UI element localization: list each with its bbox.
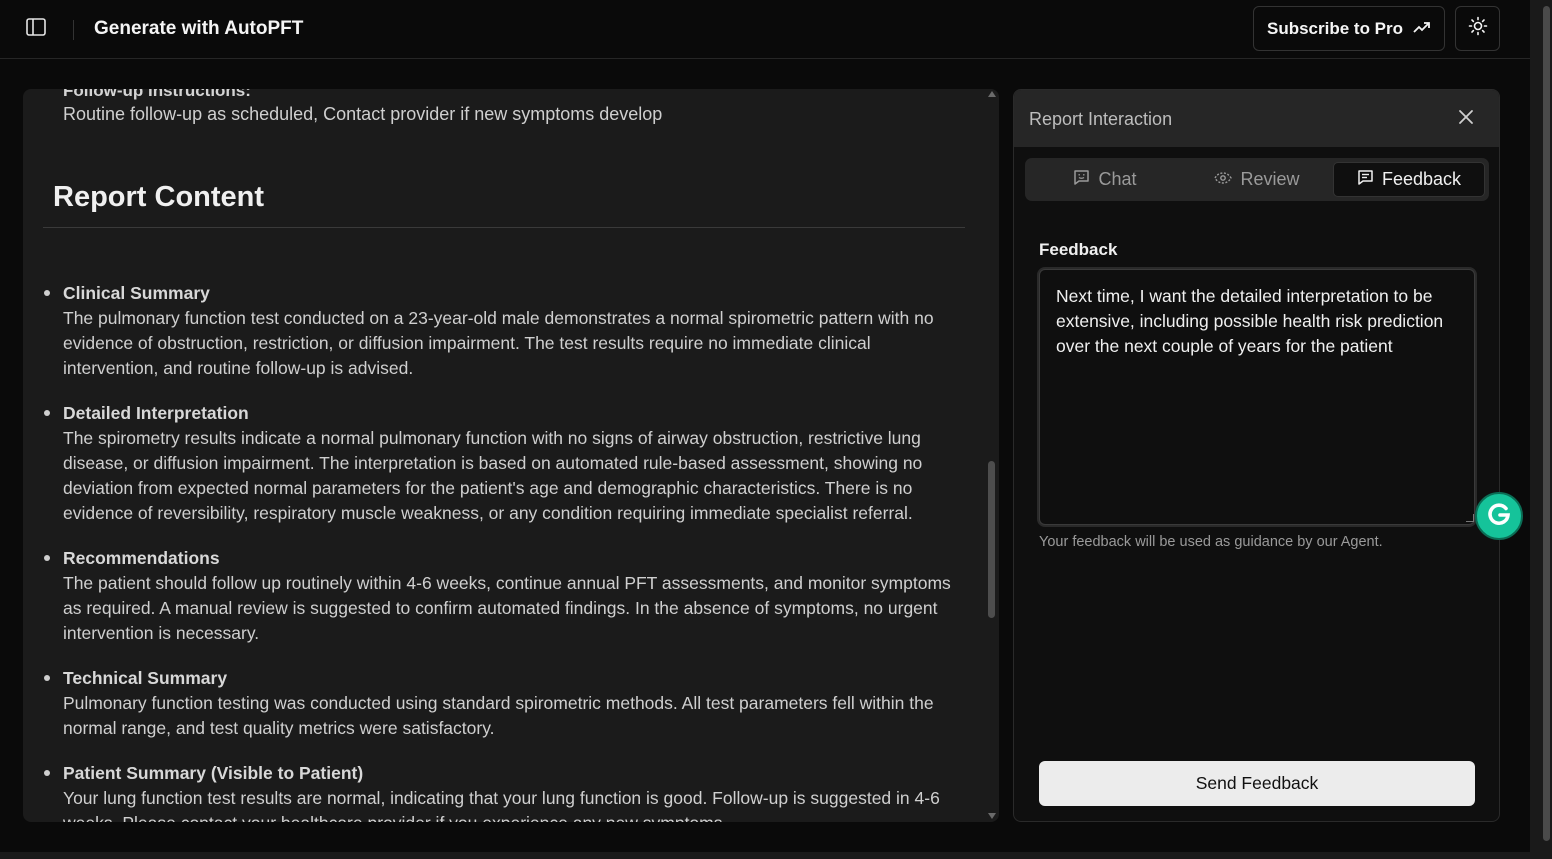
heading-divider	[43, 227, 965, 228]
interaction-tabs: Chat Review Feedback	[1025, 158, 1489, 201]
section-body: The spirometry results indicate a normal…	[63, 428, 923, 523]
top-header: Generate with AutoPFT Subscribe to Pro	[0, 0, 1530, 59]
section-body: Pulmonary function testing was conducted…	[63, 693, 934, 738]
report-section-technical-summary: Technical Summary Pulmonary function tes…	[44, 666, 953, 741]
report-interaction-panel: Report Interaction Chat Review Feedback …	[1013, 89, 1500, 822]
followup-instructions-label: Follow-up Instructions:	[63, 89, 251, 100]
window-bottom-edge	[0, 852, 1530, 859]
close-icon	[1458, 109, 1474, 130]
send-feedback-button[interactable]: Send Feedback	[1039, 761, 1475, 806]
section-body: The pulmonary function test conducted on…	[63, 308, 934, 378]
scroll-up-arrow-icon[interactable]	[988, 91, 996, 97]
tab-chat-label: Chat	[1098, 169, 1137, 189]
section-body: Your lung function test results are norm…	[63, 788, 940, 822]
feedback-textarea[interactable]: Next time, I want the detailed interpret…	[1039, 269, 1475, 525]
report-content-heading: Report Content	[53, 181, 265, 213]
tab-feedback-label: Feedback	[1381, 169, 1462, 189]
interaction-title: Report Interaction	[1029, 109, 1173, 129]
scroll-down-arrow-icon[interactable]	[988, 813, 996, 819]
section-title: Detailed Interpretation	[63, 403, 249, 423]
textarea-resize-handle[interactable]	[1466, 514, 1474, 522]
feedback-label: Feedback	[1039, 240, 1118, 259]
trending-up-arrow-icon	[1413, 19, 1431, 39]
report-section-detailed-interpretation: Detailed Interpretation The spirometry r…	[44, 401, 953, 526]
message-square-text-icon	[1357, 169, 1374, 191]
feedback-hint: Your feedback will be used as guidance b…	[1039, 534, 1383, 550]
interaction-header: Report Interaction	[1014, 90, 1499, 147]
report-content-panel[interactable]: Follow-up Instructions: Routine follow-u…	[23, 89, 999, 822]
section-title: Technical Summary	[63, 668, 228, 688]
report-scrollbar[interactable]	[985, 89, 999, 822]
theme-toggle-button[interactable]	[1455, 6, 1500, 51]
followup-instructions-text: Routine follow-up as scheduled, Contact …	[63, 104, 663, 124]
subscribe-label: Subscribe to Pro	[1266, 18, 1404, 38]
subscribe-pro-button[interactable]: Subscribe to Pro	[1253, 6, 1445, 51]
section-title: Recommendations	[63, 548, 220, 568]
grammarly-g-icon	[1483, 498, 1515, 535]
eye-scan-icon	[1214, 169, 1233, 190]
header-divider	[73, 20, 74, 40]
sidebar-toggle-button[interactable]	[22, 15, 50, 43]
report-section-clinical-summary: Clinical Summary The pulmonary function …	[44, 281, 953, 381]
tab-review-label: Review	[1240, 169, 1300, 189]
report-section-recommendations: Recommendations The patient should follo…	[44, 546, 953, 646]
close-panel-button[interactable]	[1455, 108, 1477, 130]
section-body: The patient should follow up routinely w…	[63, 573, 951, 643]
app-window: Generate with AutoPFT Subscribe to Pro F…	[0, 0, 1530, 859]
grammarly-button[interactable]	[1475, 492, 1523, 540]
tab-feedback[interactable]: Feedback	[1333, 162, 1485, 197]
sun-icon	[1468, 16, 1488, 41]
message-square-icon	[1073, 169, 1090, 191]
page-title: Generate with AutoPFT	[94, 18, 304, 39]
page-scrollbar-thumb[interactable]	[1543, 6, 1550, 841]
tab-review[interactable]: Review	[1181, 162, 1333, 197]
sidebar-panel-icon	[26, 17, 46, 41]
report-section-patient-summary: Patient Summary (Visible to Patient) You…	[44, 761, 953, 822]
report-sections-list: Clinical Summary The pulmonary function …	[44, 281, 953, 822]
section-title: Clinical Summary	[63, 283, 210, 303]
section-title: Patient Summary (Visible to Patient)	[63, 763, 364, 783]
tab-chat[interactable]: Chat	[1029, 162, 1181, 197]
report-scrollbar-thumb[interactable]	[988, 461, 995, 618]
